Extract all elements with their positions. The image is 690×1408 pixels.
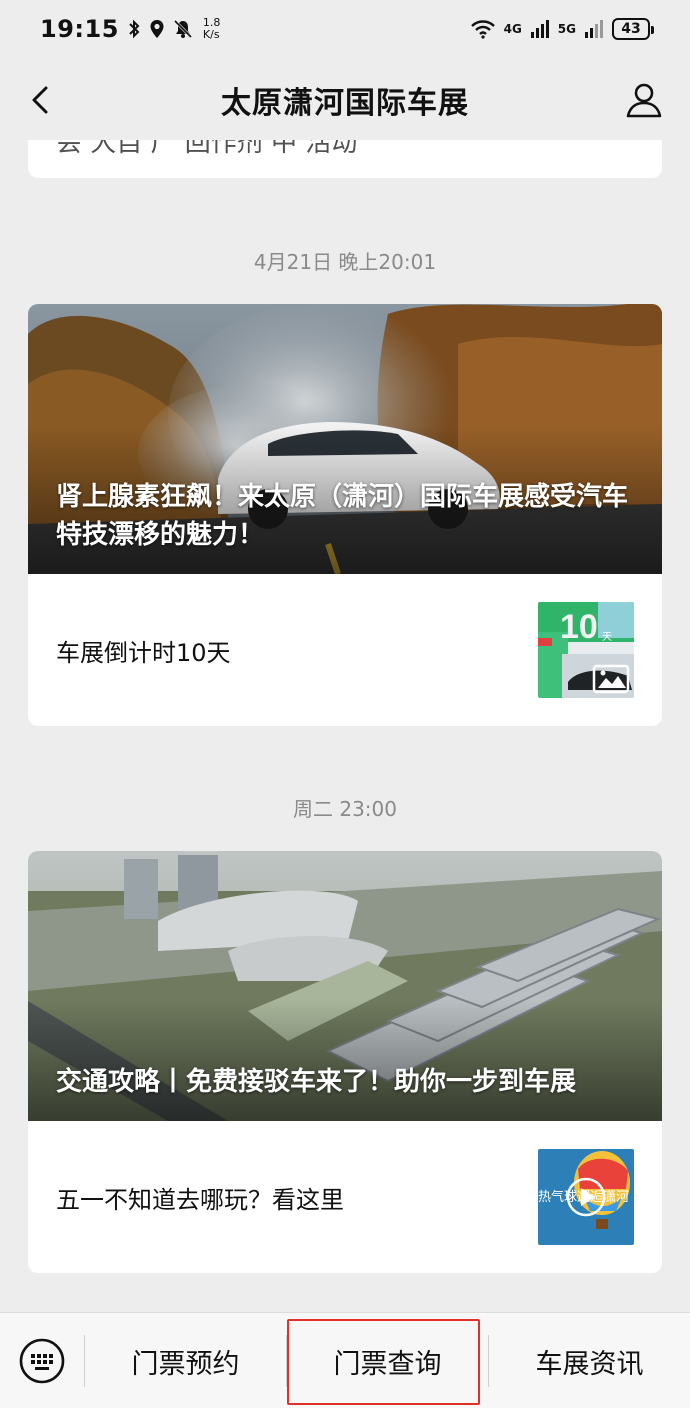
article-subitem-thumbnail: 热气球邂逅潇河	[538, 1149, 634, 1245]
network-5g-label: 5G	[557, 22, 576, 36]
back-button[interactable]	[24, 82, 60, 118]
page-title: 太原潇河国际车展	[221, 86, 469, 121]
article-card: 交通攻略丨免费接驳车来了！助你一步到车展 五一不知道去哪玩？看这里 热气球邂逅潇…	[28, 851, 662, 1273]
signal-icon-2	[584, 19, 604, 39]
wifi-icon	[470, 19, 496, 39]
menu-ticket-query[interactable]: 门票查询	[287, 1313, 488, 1408]
bottom-menu-bar: 门票预约 门票查询 车展资讯	[0, 1312, 690, 1408]
article-subitem[interactable]: 五一不知道去哪玩？看这里 热气球邂逅潇河	[28, 1121, 662, 1273]
status-left: 19:15 1.8 K/s	[40, 15, 220, 43]
balloon-thumbnail-image: 热气球邂逅潇河	[538, 1149, 634, 1245]
menu-ticket-booking[interactable]: 门票预约	[85, 1313, 286, 1408]
status-time: 19:15	[40, 15, 119, 43]
article-cover[interactable]: 肾上腺素狂飙！来太原（潇河）国际车展感受汽车特技漂移的魅力！	[28, 304, 662, 574]
thumb-number: 10	[560, 608, 598, 646]
mute-icon	[173, 19, 193, 39]
location-icon	[149, 19, 165, 39]
menu-auto-show-news[interactable]: 车展资讯	[489, 1313, 690, 1408]
status-bar: 19:15 1.8 K/s 4G 5G 43	[0, 0, 690, 58]
network-speed: 1.8 K/s	[203, 17, 221, 41]
message-list[interactable]: 会 大自 广 回作剂 中 活动 4月21日 晚上20:01 肾上腺素狂飙！来太原…	[0, 140, 690, 1310]
thumb-unit: 天	[602, 632, 612, 643]
navigation-bar: 太原潇河国际车展	[0, 60, 690, 140]
profile-button[interactable]	[624, 80, 664, 120]
timestamp: 周二 23:00	[293, 797, 397, 821]
wechat-official-account-page: 19:15 1.8 K/s 4G 5G 43 太原潇河国际车展 会 大自 广 回…	[0, 0, 690, 1408]
article-subitem[interactable]: 车展倒计时10天 10 天	[28, 574, 662, 726]
previous-article-partial-text: 会 大自 广 回作剂 中 活动	[56, 140, 358, 158]
bluetooth-icon	[127, 19, 141, 39]
battery-icon: 43	[612, 18, 654, 40]
countdown-thumbnail-image: 10 天	[538, 602, 634, 698]
article-headline: 交通攻略丨免费接驳车来了！助你一步到车展	[56, 1067, 577, 1097]
timestamp: 4月21日 晚上20:01	[253, 250, 437, 274]
article-subitem-thumbnail: 10 天	[538, 602, 634, 698]
article-headline: 肾上腺素狂飙！来太原（潇河）国际车展感受汽车特技漂移的魅力！	[56, 482, 629, 550]
person-icon	[626, 83, 662, 118]
keyboard-toggle-button[interactable]	[0, 1313, 84, 1408]
keyboard-icon	[19, 1338, 65, 1384]
battery-level: 43	[621, 21, 641, 37]
chevron-left-icon	[32, 86, 48, 114]
network-4g-label: 4G	[503, 22, 522, 36]
network-speed-unit: K/s	[202, 28, 220, 41]
article-subitem-title: 车展倒计时10天	[56, 638, 231, 667]
article-cover[interactable]: 交通攻略丨免费接驳车来了！助你一步到车展	[28, 851, 662, 1121]
previous-article-card[interactable]: 会 大自 广 回作剂 中 活动	[28, 140, 662, 178]
article-subitem-title: 五一不知道去哪玩？看这里	[56, 1185, 344, 1214]
status-right: 4G 5G 43	[470, 18, 654, 40]
article-card: 肾上腺素狂飙！来太原（潇河）国际车展感受汽车特技漂移的魅力！ 车展倒计时10天 …	[28, 304, 662, 726]
signal-icon	[530, 19, 550, 39]
